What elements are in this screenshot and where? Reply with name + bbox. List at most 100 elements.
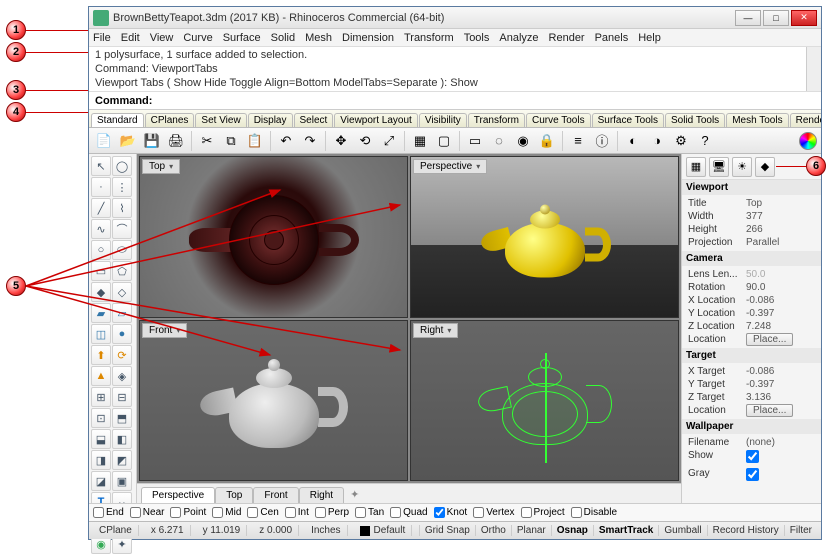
- tool-icon[interactable]: ⬒: [112, 408, 132, 428]
- prop-location-place-button[interactable]: Place...: [746, 333, 793, 346]
- toolbar-tab-transform[interactable]: Transform: [468, 113, 525, 127]
- status-toggle-gumball[interactable]: Gumball: [658, 525, 706, 536]
- color-wheel-icon[interactable]: [799, 132, 817, 150]
- box-icon[interactable]: ◫: [91, 324, 111, 344]
- status-toggle-ortho[interactable]: Ortho: [475, 525, 511, 536]
- tool-icon[interactable]: ◇: [112, 282, 132, 302]
- show-icon[interactable]: ◉: [512, 130, 534, 152]
- prop-ytarget-value[interactable]: -0.397: [746, 379, 815, 390]
- osnap-point-checkbox[interactable]: [170, 507, 181, 518]
- tool-icon[interactable]: ⊞: [91, 387, 111, 407]
- viewport-right[interactable]: Right: [410, 320, 679, 482]
- viewport-tab-perspective[interactable]: Perspective: [141, 487, 215, 503]
- print-icon[interactable]: 🖨: [165, 130, 187, 152]
- new-file-icon[interactable]: 📄: [93, 130, 115, 152]
- line-icon[interactable]: ╱: [91, 198, 111, 218]
- options-icon[interactable]: ⚙: [670, 130, 692, 152]
- viewport-front[interactable]: Front: [139, 320, 408, 482]
- osnap-near[interactable]: Near: [130, 507, 165, 518]
- help-icon[interactable]: ?: [694, 130, 716, 152]
- osnap-tan[interactable]: Tan: [355, 507, 384, 518]
- status-units[interactable]: Inches: [305, 525, 347, 536]
- osnap-knot[interactable]: Knot: [434, 507, 468, 518]
- flame-icon[interactable]: ▲: [91, 366, 111, 386]
- osnap-vertex-checkbox[interactable]: [473, 507, 484, 518]
- viewport-tab-right[interactable]: Right: [299, 487, 344, 503]
- osnap-perp[interactable]: Perp: [315, 507, 349, 518]
- prop-xtarget-value[interactable]: -0.086: [746, 366, 815, 377]
- viewport-tab-add[interactable]: ✦: [344, 486, 365, 503]
- rotate-icon[interactable]: ⟲: [354, 130, 376, 152]
- viewport-title-front[interactable]: Front: [142, 323, 187, 338]
- osnap-end-checkbox[interactable]: [93, 507, 104, 518]
- status-toggle-osnap[interactable]: Osnap: [551, 525, 593, 536]
- menu-solid[interactable]: Solid: [271, 32, 295, 44]
- panel-tab-render-icon[interactable]: ◆: [755, 157, 775, 177]
- osnap-mid-checkbox[interactable]: [212, 507, 223, 518]
- viewport-title-right[interactable]: Right: [413, 323, 458, 338]
- render-icon[interactable]: ◐: [622, 130, 644, 152]
- osnap-project-checkbox[interactable]: [521, 507, 532, 518]
- osnap-knot-checkbox[interactable]: [434, 507, 445, 518]
- osnap-int[interactable]: Int: [285, 507, 309, 518]
- panel-tab-properties-icon[interactable]: ▦: [686, 157, 706, 177]
- pointer-icon[interactable]: ↖: [91, 156, 111, 176]
- prop-xlocation-value[interactable]: -0.086: [746, 295, 815, 306]
- status-toggle-filter[interactable]: Filter: [784, 525, 817, 536]
- menu-panels[interactable]: Panels: [595, 32, 629, 44]
- toolbar-tab-display[interactable]: Display: [248, 113, 293, 127]
- tool-icon[interactable]: ◨: [91, 450, 111, 470]
- select-icon[interactable]: ▭: [464, 130, 486, 152]
- viewport-tab-top[interactable]: Top: [215, 487, 253, 503]
- undo-icon[interactable]: ↶: [275, 130, 297, 152]
- polygon-icon[interactable]: ⬠: [112, 261, 132, 281]
- prop-title-value[interactable]: Top: [746, 198, 815, 209]
- prop-filename-value[interactable]: (none): [746, 437, 815, 448]
- prop-show-checkbox[interactable]: [746, 450, 759, 463]
- tool-icon[interactable]: ◩: [112, 450, 132, 470]
- extrude-icon[interactable]: ⬆: [91, 345, 111, 365]
- prop-height-value[interactable]: 266: [746, 224, 815, 235]
- tool-icon[interactable]: ◆: [91, 282, 111, 302]
- status-cplane[interactable]: CPlane: [93, 525, 139, 536]
- toolbar-tab-meshtools[interactable]: Mesh Tools: [726, 113, 788, 127]
- status-toggle-planar[interactable]: Planar: [511, 525, 551, 536]
- close-button[interactable]: ✕: [791, 10, 817, 26]
- osnap-cen-checkbox[interactable]: [247, 507, 258, 518]
- tool-icon[interactable]: ⬓: [91, 429, 111, 449]
- hide-icon[interactable]: ◌: [488, 130, 510, 152]
- osnap-end[interactable]: End: [93, 507, 124, 518]
- osnap-tan-checkbox[interactable]: [355, 507, 366, 518]
- rectangle-icon[interactable]: ▭: [91, 261, 111, 281]
- prop-gray-checkbox[interactable]: [746, 468, 759, 481]
- save-file-icon[interactable]: 💾: [141, 130, 163, 152]
- panel-tab-display-icon[interactable]: 🖥: [709, 157, 729, 177]
- point-icon[interactable]: ·: [91, 177, 111, 197]
- polyline-icon[interactable]: ⌇: [112, 198, 132, 218]
- menu-file[interactable]: File: [93, 32, 111, 44]
- move-icon[interactable]: ✥: [330, 130, 352, 152]
- lasso-icon[interactable]: ◯: [112, 156, 132, 176]
- prop-projection-value[interactable]: Parallel: [746, 237, 815, 248]
- menu-surface[interactable]: Surface: [223, 32, 261, 44]
- titlebar[interactable]: BrownBettyTeapot.3dm (2017 KB) - Rhinoce…: [89, 7, 821, 29]
- osnap-point[interactable]: Point: [170, 507, 206, 518]
- menu-dimension[interactable]: Dimension: [342, 32, 394, 44]
- prop-width-value[interactable]: 377: [746, 211, 815, 222]
- menu-mesh[interactable]: Mesh: [305, 32, 332, 44]
- surface2-icon[interactable]: ▱: [112, 303, 132, 323]
- viewport-perspective[interactable]: Perspective: [410, 156, 679, 318]
- circle-icon[interactable]: ○: [91, 240, 111, 260]
- menu-help[interactable]: Help: [638, 32, 661, 44]
- osnap-near-checkbox[interactable]: [130, 507, 141, 518]
- tool-icon[interactable]: ◈: [112, 366, 132, 386]
- lock-icon[interactable]: 🔒: [536, 130, 558, 152]
- command-input[interactable]: [156, 95, 815, 107]
- paste-icon[interactable]: 📋: [244, 130, 266, 152]
- ungroup-icon[interactable]: ▢: [433, 130, 455, 152]
- osnap-int-checkbox[interactable]: [285, 507, 296, 518]
- open-file-icon[interactable]: 📂: [117, 130, 139, 152]
- status-toggle-gridsnap[interactable]: Grid Snap: [419, 525, 475, 536]
- menu-edit[interactable]: Edit: [121, 32, 140, 44]
- osnap-cen[interactable]: Cen: [247, 507, 278, 518]
